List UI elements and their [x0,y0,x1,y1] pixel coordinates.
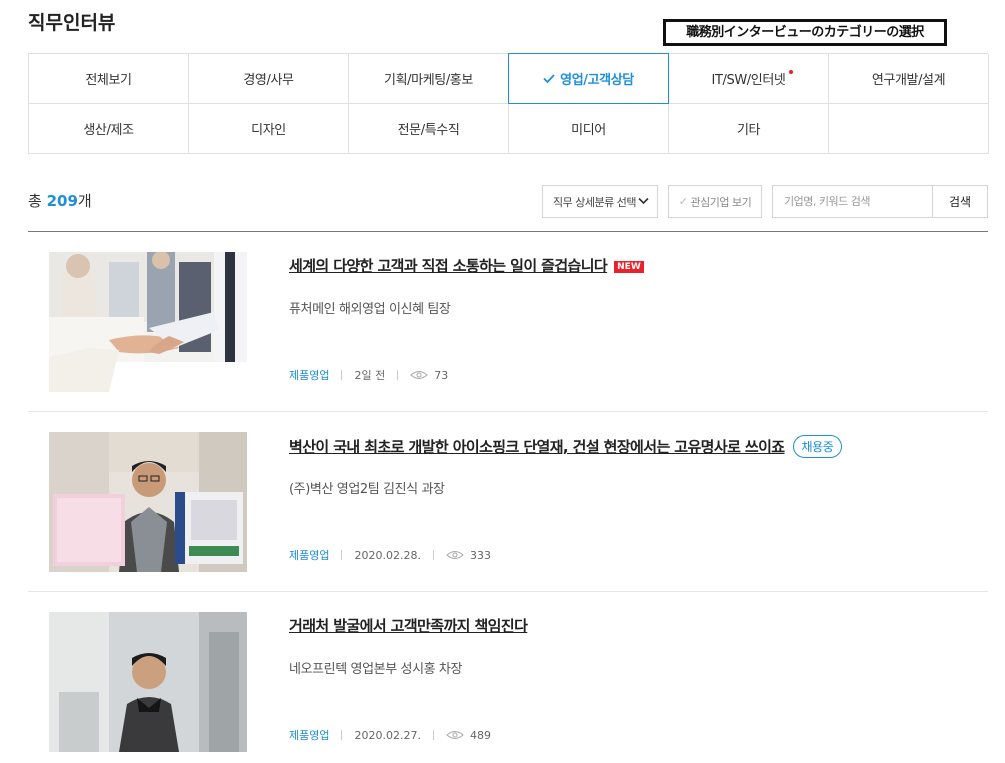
meta-category: 제품영업 [289,549,330,562]
chevron-down-icon [638,197,649,205]
fav-label: 관심기업 보기 [690,195,752,209]
total-count: 총 209개 [28,190,92,211]
meta-category: 제품영업 [289,729,330,742]
new-dot-icon [788,70,793,74]
annotation-label: 職務別インタービューのカテゴリーの選択 [663,19,947,46]
category-tab-rnd[interactable]: 연구개발/설계 [829,54,989,104]
select-label: 직무 상세분류 선택 [553,195,636,209]
divider [432,550,434,560]
person-thumbnail[interactable] [49,432,247,572]
divider [341,370,343,380]
interview-subtitle: 네오프린텍 영업본부 성시홍 차장 [289,662,463,677]
person-thumbnail[interactable] [49,612,247,752]
meta-views: 333 [469,548,491,562]
category-tab-all[interactable]: 전체보기 [29,54,189,104]
meta-date: 2020.02.28. [354,548,421,562]
interview-meta: 제품영업 2일 전 73 [289,367,448,383]
list-item[interactable]: 벽산이 국내 최초로 개발한 아이소핑크 단열재, 건설 현장에서는 고유명사로… [28,412,988,592]
total-number: 209 [46,192,78,210]
handshake-thumbnail[interactable] [49,252,247,392]
search-input[interactable] [772,185,933,218]
meta-date: 2020.02.27. [354,728,421,742]
meta-views: 73 [434,368,449,382]
list-item[interactable]: 거래처 발굴에서 고객만족까지 책임진다 네오프린텍 영업본부 성시홍 차장 제… [28,592,988,763]
divider [341,730,343,740]
interview-title[interactable]: 벽산이 국내 최초로 개발한 아이소핑크 단열재, 건설 현장에서는 고유명사로… [289,435,843,458]
category-label: 생산/제조 [83,123,134,138]
hiring-badge[interactable]: 채용중 [792,435,843,458]
interview-title[interactable]: 거래처 발굴에서 고객만족까지 책임진다 [289,615,528,636]
total-prefix: 총 [28,192,47,210]
interview-subtitle: 퓨처메인 해외영업 이신혜 팀장 [289,302,451,317]
divider [341,550,343,560]
title-text: 거래처 발굴에서 고객만족까지 책임진다 [289,617,528,635]
title-text: 세계의 다양한 고객과 직접 소통하는 일이 즐겁습니다 [289,257,608,275]
search-button[interactable]: 검색 [932,185,988,218]
category-grid: 전체보기 경영/사무 기획/마케팅/홍보 영업/고객상담 IT/SW/인터넷 연… [28,53,989,154]
new-badge: NEW [614,261,644,273]
category-label: 디자인 [251,123,286,138]
eye-icon [446,551,464,559]
category-label: 경영/사무 [243,73,294,88]
interview-meta: 제품영업 2020.02.28. 333 [289,547,491,563]
category-tab-specialist[interactable]: 전문/특수직 [349,104,509,154]
category-label: 영업/고객상담 [560,73,634,88]
check-icon [543,74,555,83]
interview-title[interactable]: 세계의 다양한 고객과 직접 소통하는 일이 즐겁습니다 NEW [289,255,644,276]
category-tab-planning[interactable]: 기획/마케팅/홍보 [349,54,509,104]
category-label: 기타 [736,123,761,138]
meta-date: 2일 전 [354,369,386,382]
list-item[interactable]: 세계의 다양한 고객과 직접 소통하는 일이 즐겁습니다 NEW 퓨처메인 해외영… [28,232,988,412]
interview-list: 세계의 다양한 고객과 직접 소통하는 일이 즐겁습니다 NEW 퓨처메인 해외영… [28,231,988,763]
category-label: 전문/특수직 [397,123,460,138]
category-tab-production[interactable]: 생산/제조 [29,104,189,154]
meta-category: 제품영업 [289,369,330,382]
eye-icon [446,731,464,739]
check-icon: ✓ [678,195,688,208]
category-tab-design[interactable]: 디자인 [189,104,349,154]
interview-meta: 제품영업 2020.02.27. 489 [289,727,491,743]
category-label: 미디어 [571,123,606,138]
eye-icon [410,371,428,379]
meta-views: 489 [469,728,491,742]
category-label: 연구개발/설계 [871,73,946,88]
category-tab-management[interactable]: 경영/사무 [189,54,349,104]
divider [397,370,399,380]
category-tab-etc[interactable]: 기타 [669,104,829,154]
job-detail-select[interactable]: 직무 상세분류 선택 [542,185,658,218]
total-suffix: 개 [77,192,92,210]
title-text: 벽산이 국내 최초로 개발한 아이소핑크 단열재, 건설 현장에서는 고유명사로… [289,438,785,456]
category-empty-cell [829,104,989,154]
category-tab-media[interactable]: 미디어 [509,104,669,154]
interview-subtitle: (주)벽산 영업2팀 김진식 과장 [289,482,445,497]
category-label: IT/SW/인터넷 [711,73,786,88]
category-label: 기획/마케팅/홍보 [384,73,473,88]
category-tab-sales[interactable]: 영업/고객상담 [508,53,669,104]
category-tab-it[interactable]: IT/SW/인터넷 [669,54,829,104]
favorite-companies-button[interactable]: ✓ 관심기업 보기 [668,185,762,218]
category-label: 전체보기 [85,73,132,88]
divider [432,730,434,740]
page-title: 직무인터뷰 [28,12,116,34]
